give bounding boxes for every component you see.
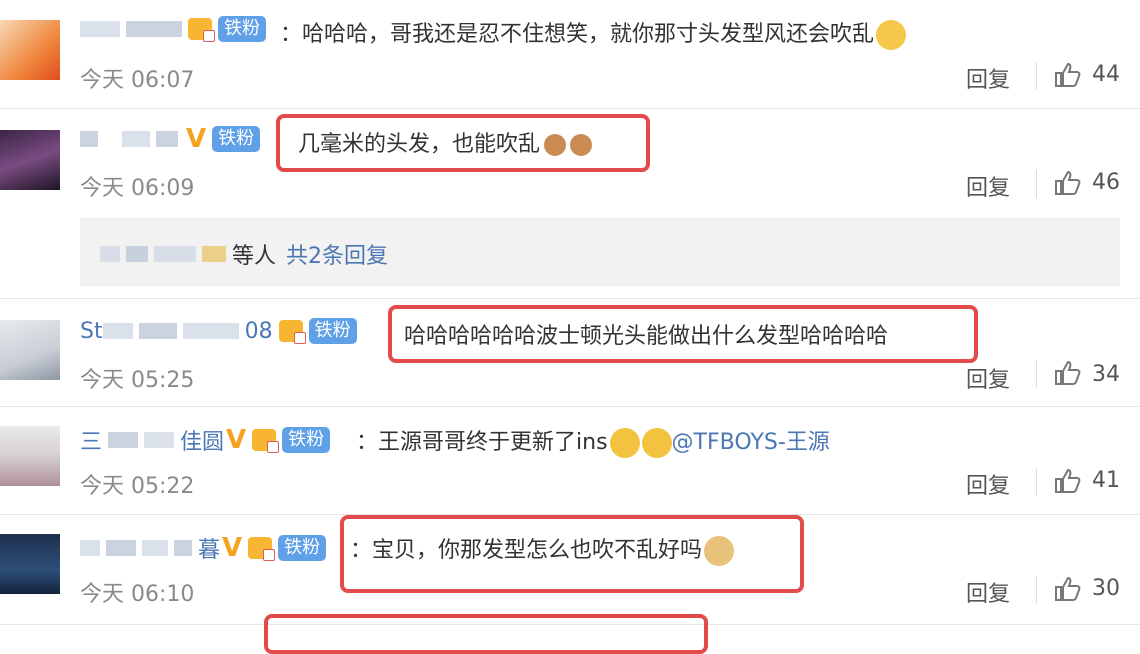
blurred-name [138,323,177,339]
reply-button[interactable]: 回复 [966,62,1010,94]
like-count: 44 [1092,62,1120,87]
highlight-box [340,515,804,593]
avatar[interactable] [0,426,60,486]
highlight-box [264,614,708,654]
blurred-name [126,21,182,37]
divider [1036,360,1037,388]
mention-link[interactable]: @TFBOYS-王源 [672,430,830,455]
sub-reply-box[interactable]: 等人 共2条回复 [80,218,1120,286]
blurred-name [174,540,192,556]
sub-reply-summary[interactable]: 等人 共2条回复 [100,238,388,270]
crown-icon [248,537,276,561]
reply-button[interactable]: 回复 [966,468,1010,500]
fan-badge: 铁粉 [218,16,266,42]
thumbs-up-icon[interactable] [1054,468,1082,494]
reply-button[interactable]: 回复 [966,362,1010,394]
reply-button[interactable]: 回复 [966,576,1010,608]
fan-badge: 铁粉 [278,535,327,561]
like-count: 34 [1092,362,1120,387]
crown-icon [278,320,306,344]
comment-1: 铁粉 ：哈哈哈，哥我还是忍不住想笑，就你那寸头发型风还会吹乱 今天 06:07 … [0,0,1140,108]
blurred-name [144,432,175,448]
comment-author[interactable]: 暮 V 铁粉 [80,532,332,564]
highlight-box [388,305,978,363]
avatar[interactable] [0,20,60,80]
comment-text: ：哈哈哈，哥我还是忍不住想笑，就你那寸头发型风还会吹乱 [280,16,907,50]
thumbs-up-icon[interactable] [1054,360,1082,386]
thumbs-up-icon[interactable] [1054,576,1082,602]
comment-time: 今天 06:07 [80,68,195,93]
blurred-name [202,246,226,262]
verified-v-icon: V [226,425,247,455]
divider [1036,62,1037,90]
divider [1036,170,1037,198]
avatar[interactable] [0,130,60,190]
blurred-name [126,246,148,262]
view-replies-link[interactable]: 共2条回复 [286,238,388,270]
crown-icon [188,18,215,42]
blurred-name [80,21,120,37]
fan-badge: 铁粉 [212,126,261,152]
divider [1036,468,1037,496]
comment-text: ：王源哥哥终于更新了ins @TFBOYS-王源 [356,424,830,458]
comment-time: 今天 05:25 [80,368,195,393]
comment-time: 今天 06:09 [80,176,195,201]
blurred-name [100,246,120,262]
crying-emoji-icon [641,428,672,458]
verified-v-icon: V [222,533,243,563]
comment-time: 今天 05:22 [80,474,195,499]
blurred-name [80,131,98,147]
reply-button[interactable]: 回复 [966,170,1010,202]
comment-author[interactable]: 铁粉 [80,16,272,42]
comment-time: 今天 06:10 [80,582,195,607]
fan-badge: 铁粉 [282,427,331,453]
comment-author[interactable]: V 铁粉 [80,124,266,154]
like-count: 46 [1092,170,1120,195]
like-count: 41 [1092,468,1120,493]
crown-icon [252,429,280,453]
blurred-name [182,323,239,339]
blurred-name [154,246,196,262]
thumbs-up-icon[interactable] [1054,62,1082,88]
divider [1036,576,1037,604]
comment-author[interactable]: St 08 铁粉 [80,318,363,344]
avatar[interactable] [0,534,60,594]
verified-v-icon: V [186,124,207,154]
thumbs-up-icon[interactable] [1054,170,1082,196]
blurred-name [102,323,133,339]
blurred-name [106,540,136,556]
crying-emoji-icon [609,428,640,458]
blurred-name [80,540,100,556]
fan-badge: 铁粉 [308,318,357,344]
blurred-name [142,540,168,556]
comment-4: 三 佳圆 V 铁粉 ：王源哥哥终于更新了ins @TFBOYS-王源 今天 05:… [0,406,1140,514]
like-count: 30 [1092,576,1120,601]
comment-author[interactable]: 三 佳圆 V 铁粉 [80,424,336,456]
highlight-box [276,114,650,172]
blurred-name [122,131,150,147]
laughing-emoji-icon [876,20,907,50]
avatar[interactable] [0,320,60,380]
blurred-name [156,131,178,147]
blurred-name [108,432,139,448]
